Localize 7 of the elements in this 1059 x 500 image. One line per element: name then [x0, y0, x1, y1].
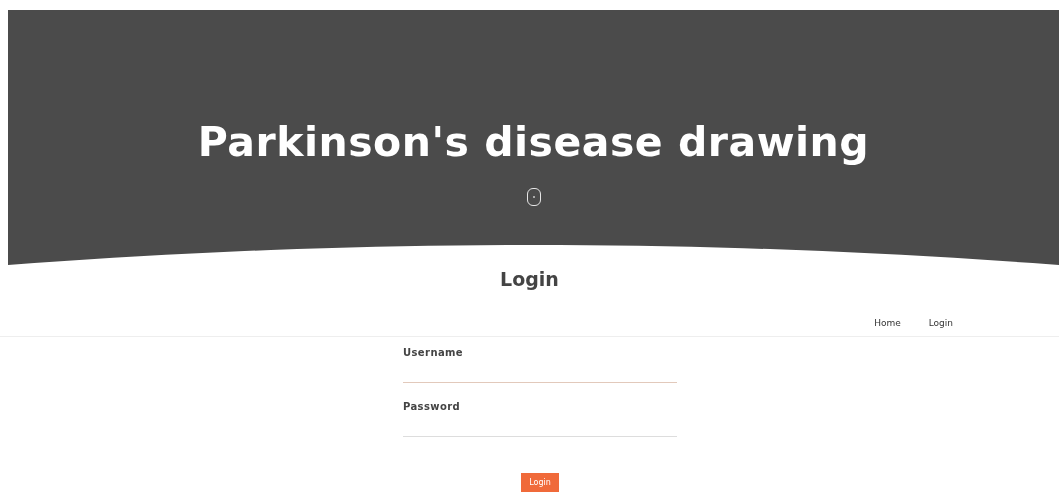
scroll-mouse-icon[interactable]: [526, 188, 541, 206]
page-title: Parkinson's disease drawing: [197, 118, 870, 166]
section-heading: Login: [499, 268, 560, 290]
field-label: Password: [403, 401, 462, 412]
nav-link[interactable]: Login: [928, 318, 953, 328]
nav-link[interactable]: Home: [874, 318, 901, 328]
field-label: Username: [403, 347, 465, 358]
